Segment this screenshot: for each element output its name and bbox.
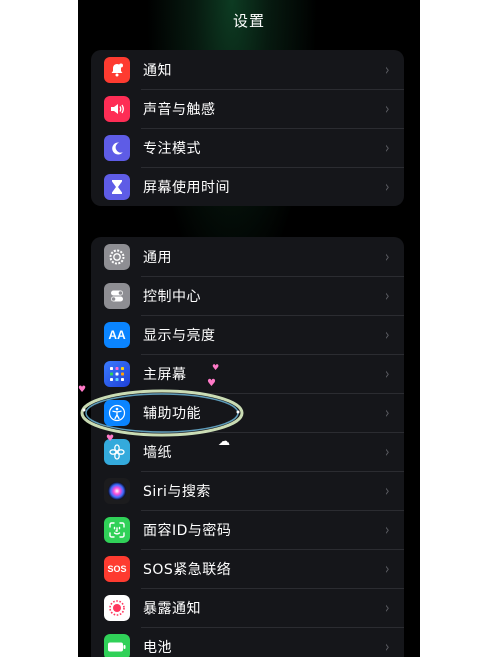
chevron-right-icon: ›: [384, 247, 390, 266]
settings-row-label: 面容ID与密码: [143, 522, 232, 539]
face-id-icon: [104, 516, 130, 543]
settings-row-siri[interactable]: Siri与搜索 ›: [91, 471, 404, 510]
settings-row-label: 墙纸: [143, 444, 172, 461]
settings-row-label: 通用: [143, 249, 172, 266]
settings-row-label: 声音与触感: [143, 101, 216, 118]
chevron-right-icon: ›: [384, 286, 390, 305]
settings-row-home-screen[interactable]: 主屏幕 ›: [91, 354, 404, 393]
settings-row-label: 主屏幕: [143, 366, 187, 383]
toggles-icon: [104, 282, 130, 309]
text-size-icon: AA: [104, 321, 130, 348]
chevron-right-icon: ›: [384, 60, 390, 79]
chevron-right-icon: ›: [384, 364, 390, 383]
bell-icon: [104, 56, 130, 83]
settings-row-label: 控制中心: [143, 288, 201, 305]
settings-row-accessibility[interactable]: 辅助功能 ›: [91, 393, 404, 432]
sos-icon-glyph: SOS: [107, 563, 127, 574]
settings-row-label: 暴露通知: [143, 600, 201, 617]
settings-row-emergency-sos[interactable]: SOS SOS紧急联络 ›: [91, 549, 404, 588]
settings-row-screen-time[interactable]: 屏幕使用时间 ›: [91, 167, 404, 206]
page-title: 设置: [232, 12, 265, 30]
settings-row-focus[interactable]: 专注模式 ›: [91, 128, 404, 167]
chevron-right-icon: ›: [384, 481, 390, 500]
settings-row-wallpaper[interactable]: 墙纸 ›: [91, 432, 404, 471]
settings-row-label: 显示与亮度: [143, 327, 216, 344]
chevron-right-icon: ›: [384, 403, 390, 422]
chevron-right-icon: ›: [384, 442, 390, 461]
settings-row-label: Siri与搜索: [143, 483, 211, 500]
chevron-right-icon: ›: [384, 520, 390, 539]
home-grid-icon: [104, 360, 130, 387]
settings-row-control-center[interactable]: 控制中心 ›: [91, 276, 404, 315]
settings-group-notifications: 通知 › 声音与触感 › 专注模式 › 屏幕使用时间 ›: [91, 50, 404, 206]
settings-row-label: 通知: [143, 62, 172, 79]
settings-row-notifications[interactable]: 通知 ›: [91, 50, 404, 89]
settings-row-label: 专注模式: [143, 140, 201, 157]
settings-row-label: 辅助功能: [143, 405, 201, 422]
chevron-right-icon: ›: [384, 598, 390, 617]
chevron-right-icon: ›: [384, 138, 390, 157]
settings-row-sounds[interactable]: 声音与触感 ›: [91, 89, 404, 128]
speaker-icon: [104, 95, 130, 122]
settings-row-label: 电池: [143, 639, 172, 656]
settings-screen: 设置 通知 › 声音与触感 › 专注模式 › 屏幕使用时间 › 通用 › 控制中…: [78, 0, 420, 657]
settings-row-display[interactable]: AA 显示与亮度 ›: [91, 315, 404, 354]
settings-row-label: SOS紧急联络: [143, 561, 232, 578]
exposure-icon: [104, 594, 130, 621]
settings-row-general[interactable]: 通用 ›: [91, 237, 404, 276]
hourglass-icon: [104, 173, 130, 200]
cloud-sparkle-icon: ☁: [218, 434, 230, 448]
heart-sparkle-icon: ♥: [78, 385, 87, 395]
battery-icon: [104, 633, 130, 657]
heart-sparkle-icon: ♥: [212, 363, 220, 372]
settings-row-battery[interactable]: 电池 ›: [91, 627, 404, 657]
settings-row-face-id[interactable]: 面容ID与密码 ›: [91, 510, 404, 549]
chevron-right-icon: ›: [384, 177, 390, 196]
heart-sparkle-icon: ♥: [207, 378, 216, 389]
heart-sparkle-icon: ♥: [106, 434, 115, 444]
settings-row-exposure-notifications[interactable]: 暴露通知 ›: [91, 588, 404, 627]
siri-icon: [104, 477, 130, 504]
text-size-icon-glyph: AA: [108, 327, 126, 342]
sos-icon: SOS: [104, 555, 130, 582]
settings-group-general: 通用 › 控制中心 › AA 显示与亮度 › 主屏幕 › 辅助功能 › 墙纸 ›…: [91, 237, 404, 657]
moon-icon: [104, 134, 130, 161]
gear-icon: [104, 243, 130, 270]
chevron-right-icon: ›: [384, 99, 390, 118]
accessibility-icon: [104, 399, 130, 426]
chevron-right-icon: ›: [384, 637, 390, 656]
chevron-right-icon: ›: [384, 325, 390, 344]
chevron-right-icon: ›: [384, 559, 390, 578]
settings-row-label: 屏幕使用时间: [143, 179, 230, 196]
